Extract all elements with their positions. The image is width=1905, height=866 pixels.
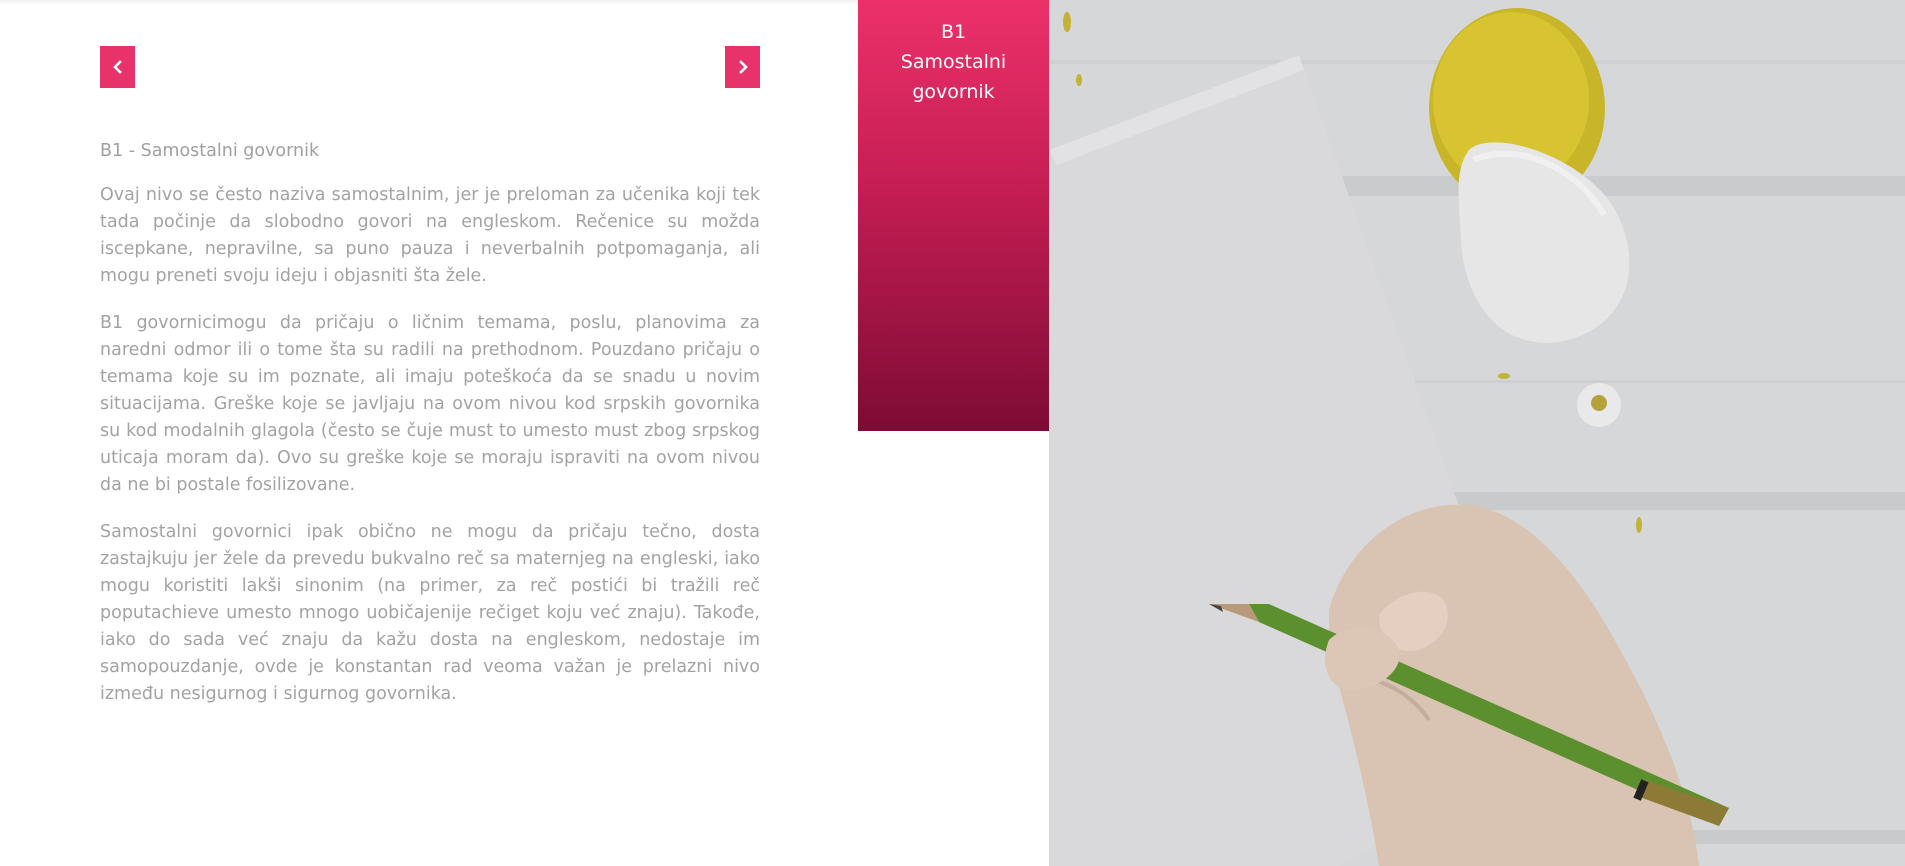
level-card-name-line1: Samostalni [900, 51, 1007, 73]
chevron-left-icon [112, 60, 122, 74]
article-paragraph-3: Samostalni govornici ipak obično ne mogu… [100, 522, 760, 704]
article-heading: B1 - Samostalni govornik [100, 141, 320, 161]
writing-hand-illustration [1049, 0, 1905, 866]
level-card: B1 Samostalni govornik [858, 0, 1049, 431]
level-card-name-line2: govornik [912, 81, 995, 103]
article-paragraph-2: B1 govornicimogu da pričaju o ličnim tem… [100, 313, 760, 495]
level-card-title: B1 Samostalni govornik [858, 17, 1049, 107]
slider-prev-button[interactable] [100, 46, 135, 88]
slider-next-button[interactable] [725, 46, 760, 88]
article-paragraph-1: Ovaj nivo se često naziva samostalnim, j… [100, 185, 760, 286]
page: B1 - Samostalni govornik Ovaj nivo se če… [0, 0, 1905, 866]
article-content: B1 - Samostalni govornik Ovaj nivo se če… [100, 138, 760, 728]
hero-photo [1049, 0, 1905, 866]
level-card-code: B1 [940, 21, 967, 43]
chevron-right-icon [738, 60, 748, 74]
